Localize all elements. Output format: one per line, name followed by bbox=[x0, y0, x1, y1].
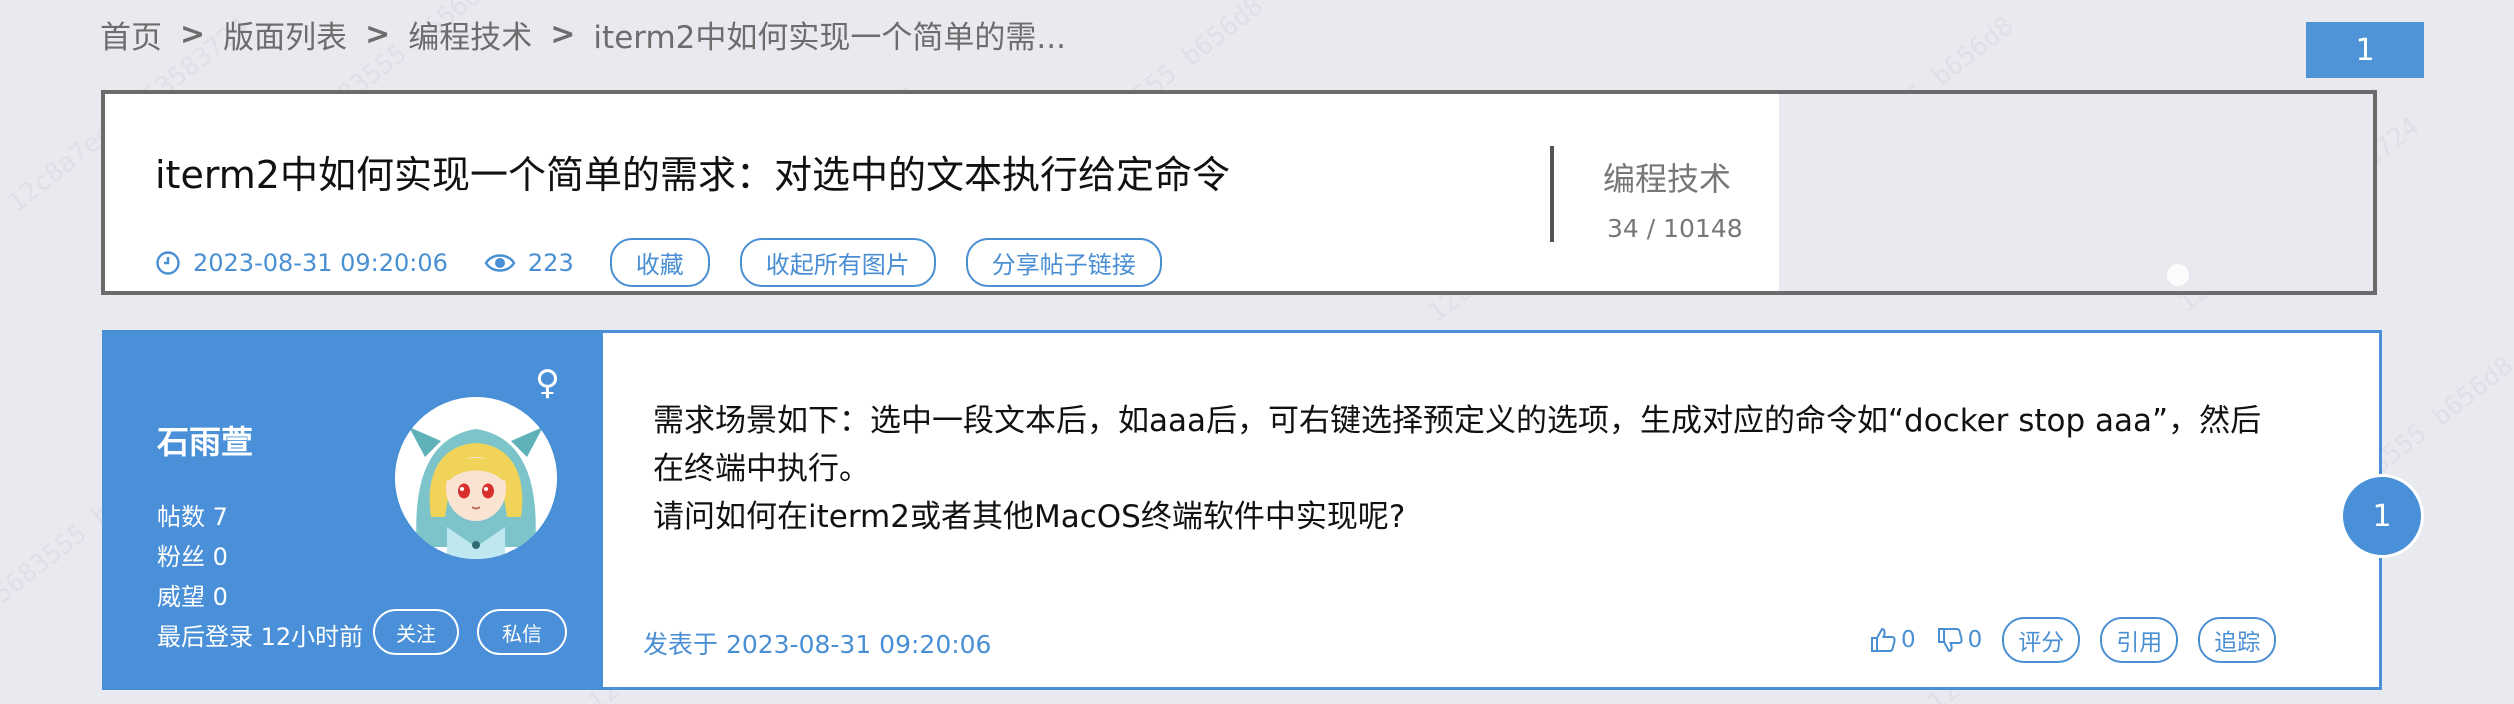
page-number-button[interactable]: 1 bbox=[2306, 22, 2424, 78]
rate-button[interactable]: 评分 bbox=[2002, 617, 2081, 663]
author-stat-posts: 帖数 7 bbox=[157, 503, 228, 531]
track-button[interactable]: 追踪 bbox=[2198, 617, 2277, 663]
avatar-image bbox=[395, 397, 557, 559]
private-message-button[interactable]: 私信 bbox=[477, 609, 567, 655]
author-stat-prestige: 威望 0 bbox=[157, 583, 228, 611]
collapse-images-button[interactable]: 收起所有图片 bbox=[739, 238, 936, 287]
thread-datetime: 2023-08-31 09:20:06 bbox=[155, 249, 448, 277]
thumbs-up-icon bbox=[1871, 627, 1896, 652]
post-paragraph: 需求场景如下：选中一段文本后，如aaa后，可右键选择预定义的选项，生成对应的命令… bbox=[653, 403, 2262, 439]
avatar[interactable] bbox=[395, 397, 557, 559]
author-name[interactable]: 石雨萱 bbox=[157, 417, 253, 463]
clock-icon bbox=[156, 250, 180, 275]
thread-header: iterm2中如何实现一个简单的需求：对选中的文本执行给定命令 2023-08-… bbox=[101, 90, 2377, 295]
chevron-right-icon: > bbox=[550, 16, 576, 52]
post-actions: 0 0 评分 引用 追踪 bbox=[1869, 617, 2296, 663]
female-icon: ♀ bbox=[535, 363, 560, 403]
breadcrumb-home[interactable]: 首页 bbox=[100, 12, 162, 57]
quote-button[interactable]: 引用 bbox=[2100, 617, 2179, 663]
thread-meta: 2023-08-31 09:20:06 223 收藏 收起所有图片 分享帖子链接 bbox=[155, 238, 1192, 287]
chevron-right-icon: > bbox=[365, 16, 391, 52]
breadcrumb: 首页 > 版面列表 > 编程技术 > iterm2中如何实现一个简单的需... bbox=[100, 12, 1066, 57]
post-paragraph: 在终端中执行。 bbox=[653, 451, 870, 487]
like-button[interactable]: 0 bbox=[1869, 626, 1916, 654]
like-count: 0 bbox=[1901, 627, 1916, 653]
carousel-dot[interactable] bbox=[2167, 264, 2189, 286]
breadcrumb-board-list[interactable]: 版面列表 bbox=[223, 12, 347, 57]
post-paragraph: 请问如何在iterm2或者其他MacOS终端软件中实现呢? bbox=[653, 499, 1406, 535]
thread-title: iterm2中如何实现一个简单的需求：对选中的文本执行给定命令 bbox=[155, 153, 1230, 197]
breadcrumb-current-thread: iterm2中如何实现一个简单的需... bbox=[593, 19, 1066, 56]
thread-datetime-text: 2023-08-31 09:20:06 bbox=[193, 248, 448, 277]
chevron-right-icon: > bbox=[180, 16, 206, 52]
thread-views-count: 223 bbox=[527, 248, 574, 277]
follow-button[interactable]: 关注 bbox=[373, 609, 459, 655]
favorite-button[interactable]: 收藏 bbox=[609, 238, 710, 287]
author-stat-fans: 粉丝 0 bbox=[157, 543, 228, 571]
header-divider bbox=[1550, 146, 1554, 242]
author-stat-last-login: 最后登录 12小时前 bbox=[157, 623, 364, 651]
share-link-button[interactable]: 分享帖子链接 bbox=[965, 238, 1162, 287]
thumbs-down-icon bbox=[1937, 628, 1963, 653]
floor-number-badge[interactable]: 1 bbox=[2340, 474, 2424, 558]
post-card: 石雨萱 ♀ 帖数 7 粉丝 0 威望 0 最后登录 12小时前 关注 私信 需求… bbox=[102, 330, 2382, 690]
board-thread-count: 34 / 10148 bbox=[1607, 214, 1743, 243]
post-content: 需求场景如下：选中一段文本后，如aaa后，可右键选择预定义的选项，生成对应的命令… bbox=[653, 397, 2353, 541]
breadcrumb-board[interactable]: 编程技术 bbox=[408, 12, 532, 57]
author-panel: 石雨萱 ♀ 帖数 7 粉丝 0 威望 0 最后登录 12小时前 关注 私信 bbox=[105, 333, 603, 687]
eye-icon bbox=[484, 253, 516, 272]
dislike-count: 0 bbox=[1967, 627, 1983, 653]
thread-header-main: iterm2中如何实现一个简单的需求：对选中的文本执行给定命令 2023-08-… bbox=[105, 94, 1779, 291]
board-name[interactable]: 编程技术 bbox=[1603, 154, 1731, 200]
author-stats: 帖数 7 粉丝 0 威望 0 最后登录 12小时前 bbox=[157, 497, 363, 657]
thread-views: 223 bbox=[484, 249, 574, 277]
post-timestamp: 发表于 2023-08-31 09:20:06 bbox=[643, 630, 992, 659]
dislike-button[interactable]: 0 bbox=[1936, 626, 1983, 654]
